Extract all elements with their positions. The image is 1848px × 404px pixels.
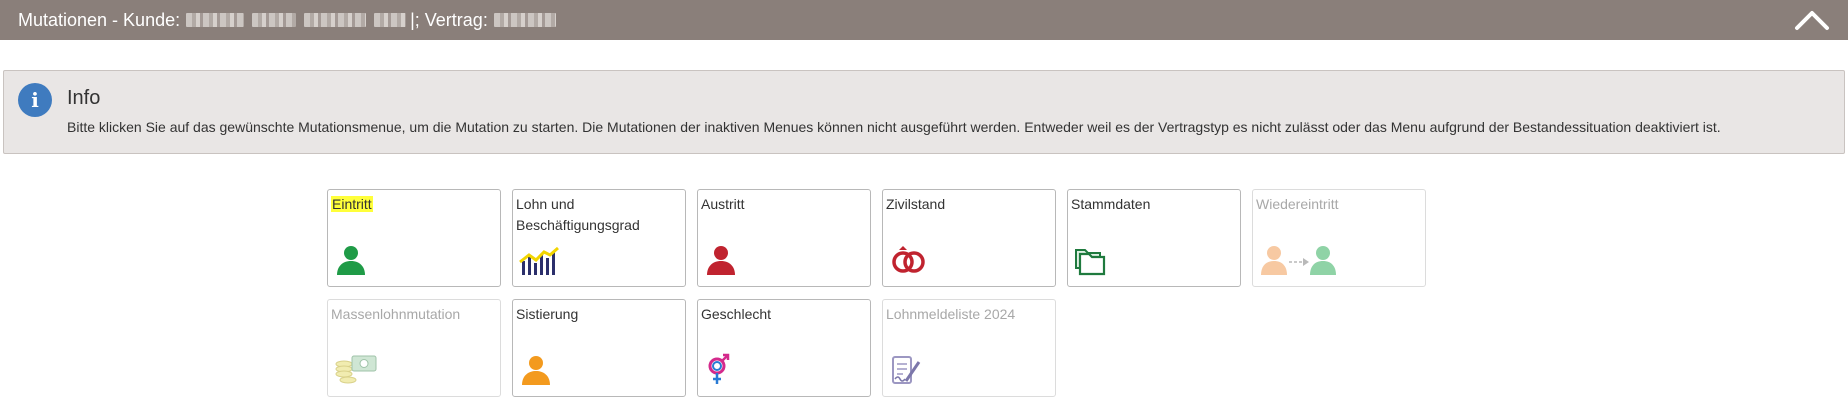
- tile-wiedereintritt: Wiedereintritt: [1252, 189, 1426, 287]
- tile-label: Lohn und Beschäftigungsgrad: [516, 196, 640, 233]
- tile-geschlecht[interactable]: Geschlecht: [697, 299, 871, 397]
- reentry-icon: [1261, 246, 1336, 275]
- info-text: Bitte klicken Sie auf das gewünschte Mut…: [67, 119, 1721, 135]
- redacted-customer-name-2: [252, 13, 297, 27]
- tile-label: Geschlecht: [701, 306, 772, 322]
- info-icon: i: [18, 83, 52, 117]
- header-contract-label: |; Vertrag:: [410, 9, 488, 30]
- rings-icon: [892, 246, 925, 273]
- tile-stammdaten[interactable]: Stammdaten: [1067, 189, 1241, 287]
- redacted-customer-name-3: [304, 13, 367, 27]
- tile-austritt[interactable]: Austritt: [697, 189, 871, 287]
- money-icon: [335, 355, 377, 384]
- document-sign-icon: [892, 356, 921, 384]
- person-green-icon: [337, 246, 365, 275]
- tile-label: Eintritt: [331, 196, 373, 212]
- tile-lohn-und-beschaeftigungsgrad[interactable]: Lohn und Beschäftigungsgrad: [512, 189, 686, 287]
- tile-zivilstand[interactable]: Zivilstand: [882, 189, 1056, 287]
- header-title: Mutationen - Kunde:: [18, 9, 181, 30]
- redacted-contract-number: [493, 13, 556, 27]
- redacted-customer-name-4: [374, 13, 407, 27]
- gender-icon: [708, 353, 730, 384]
- chevron-up-icon: [1795, 11, 1829, 30]
- salary-chart-icon: [519, 246, 559, 275]
- tile-lohnmeldeliste-2024: Lohnmeldeliste 2024: [882, 299, 1056, 397]
- page-header: Mutationen - Kunde: |; Vertrag:: [0, 0, 1848, 40]
- tile-label: Wiedereintritt: [1256, 196, 1339, 212]
- info-box: i Info Bitte klicken Sie auf das gewünsc…: [3, 70, 1845, 154]
- collapse-button[interactable]: [1794, 6, 1830, 34]
- folder-icon: [1075, 249, 1106, 276]
- tile-label: Stammdaten: [1071, 196, 1151, 212]
- person-red-icon: [707, 246, 735, 275]
- tile-label: Austritt: [701, 196, 745, 212]
- tile-label: Lohnmeldeliste 2024: [886, 306, 1016, 322]
- tile-label: Zivilstand: [886, 196, 946, 212]
- tile-label: Massenlohnmutation: [331, 306, 461, 322]
- redacted-customer-name: [186, 13, 245, 27]
- tile-sistierung[interactable]: Sistierung: [512, 299, 686, 397]
- tile-massenlohnmutation: Massenlohnmutation: [327, 299, 501, 397]
- info-title: Info: [67, 87, 101, 109]
- tile-eintritt[interactable]: Eintritt: [327, 189, 501, 287]
- person-orange-icon: [522, 356, 550, 385]
- tile-label: Sistierung: [516, 306, 579, 322]
